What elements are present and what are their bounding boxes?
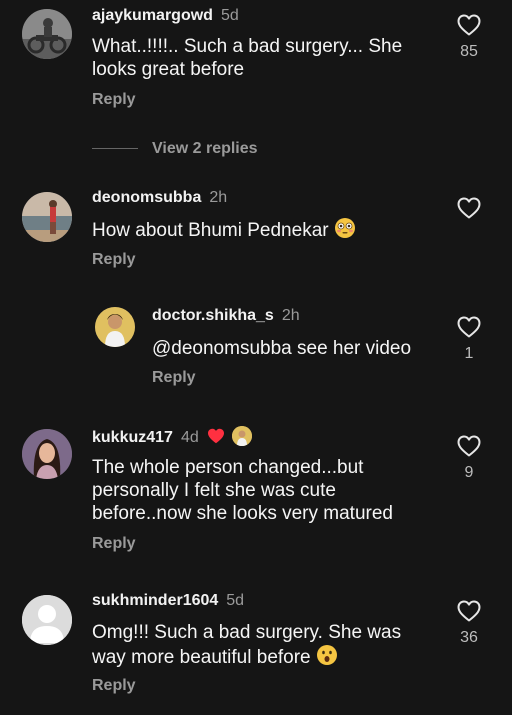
username[interactable]: deonomsubba — [92, 189, 201, 206]
reply-button[interactable]: Reply — [152, 368, 196, 388]
username[interactable]: ajaykumargowd — [92, 7, 213, 24]
like-button[interactable]: 9 — [455, 435, 483, 483]
comment-meta: ajaykumargowd 5d — [92, 6, 239, 26]
heart-outline-icon — [457, 435, 481, 457]
divider — [92, 148, 138, 149]
username[interactable]: kukkuz417 — [92, 429, 173, 446]
timestamp: 5d — [220, 7, 239, 24]
like-button[interactable]: 85 — [455, 14, 483, 62]
avatar[interactable] — [22, 9, 72, 59]
heart-outline-icon — [457, 316, 481, 338]
like-button[interactable] — [455, 197, 483, 225]
comment-text: The whole person changed...but personall… — [92, 457, 393, 524]
timestamp: 4d — [180, 429, 199, 446]
comment-meta: kukkuz417 4d — [92, 426, 252, 448]
like-count: 1 — [464, 345, 474, 362]
username[interactable]: sukhminder1604 — [92, 592, 218, 609]
comment-text: Omg!!! Such a bad surgery. She was way m… — [92, 621, 432, 669]
author-avatar-icon — [231, 426, 252, 446]
comment-meta: deonomsubba 2h — [92, 188, 227, 208]
heart-outline-icon — [457, 600, 481, 622]
like-count: 85 — [460, 43, 478, 60]
heart-outline-icon — [457, 197, 481, 219]
flushed-face-emoji — [334, 218, 355, 238]
timestamp: 2h — [209, 189, 228, 206]
avatar[interactable] — [95, 307, 135, 347]
red-heart-icon — [208, 428, 225, 444]
comment-text-content: Omg!!! Such a bad surgery. She was way m… — [92, 622, 402, 668]
timestamp: 2h — [281, 307, 300, 324]
reply-button[interactable]: Reply — [92, 250, 136, 270]
comment-text: How about Bhumi Pednekar — [92, 217, 432, 242]
avatar[interactable] — [22, 595, 72, 645]
comment-text: What..!!!!.. Such a bad surgery... She l… — [92, 36, 403, 80]
reply-meta: doctor.shikha_s 2h — [152, 306, 300, 326]
like-button[interactable]: 1 — [455, 316, 483, 364]
default-avatar-icon — [22, 595, 72, 645]
like-count: 36 — [460, 629, 478, 646]
comment-text-content: How about Bhumi Pednekar — [92, 220, 329, 241]
like-button[interactable]: 36 — [455, 600, 483, 648]
comment-meta: sukhminder1604 5d — [92, 591, 244, 611]
reply-button[interactable]: Reply — [92, 676, 136, 696]
avatar[interactable] — [22, 192, 72, 242]
avatar[interactable] — [22, 429, 72, 479]
view-replies-label: View 2 replies — [152, 140, 258, 157]
surprised-face-emoji — [316, 645, 337, 665]
username[interactable]: doctor.shikha_s — [152, 307, 274, 324]
timestamp: 5d — [226, 592, 245, 609]
heart-outline-icon — [457, 14, 481, 36]
reply-text: @deonomsubba see her video — [152, 338, 412, 359]
reply-button[interactable]: Reply — [92, 534, 136, 554]
reply-button[interactable]: Reply — [92, 90, 136, 110]
like-count: 9 — [464, 464, 474, 481]
